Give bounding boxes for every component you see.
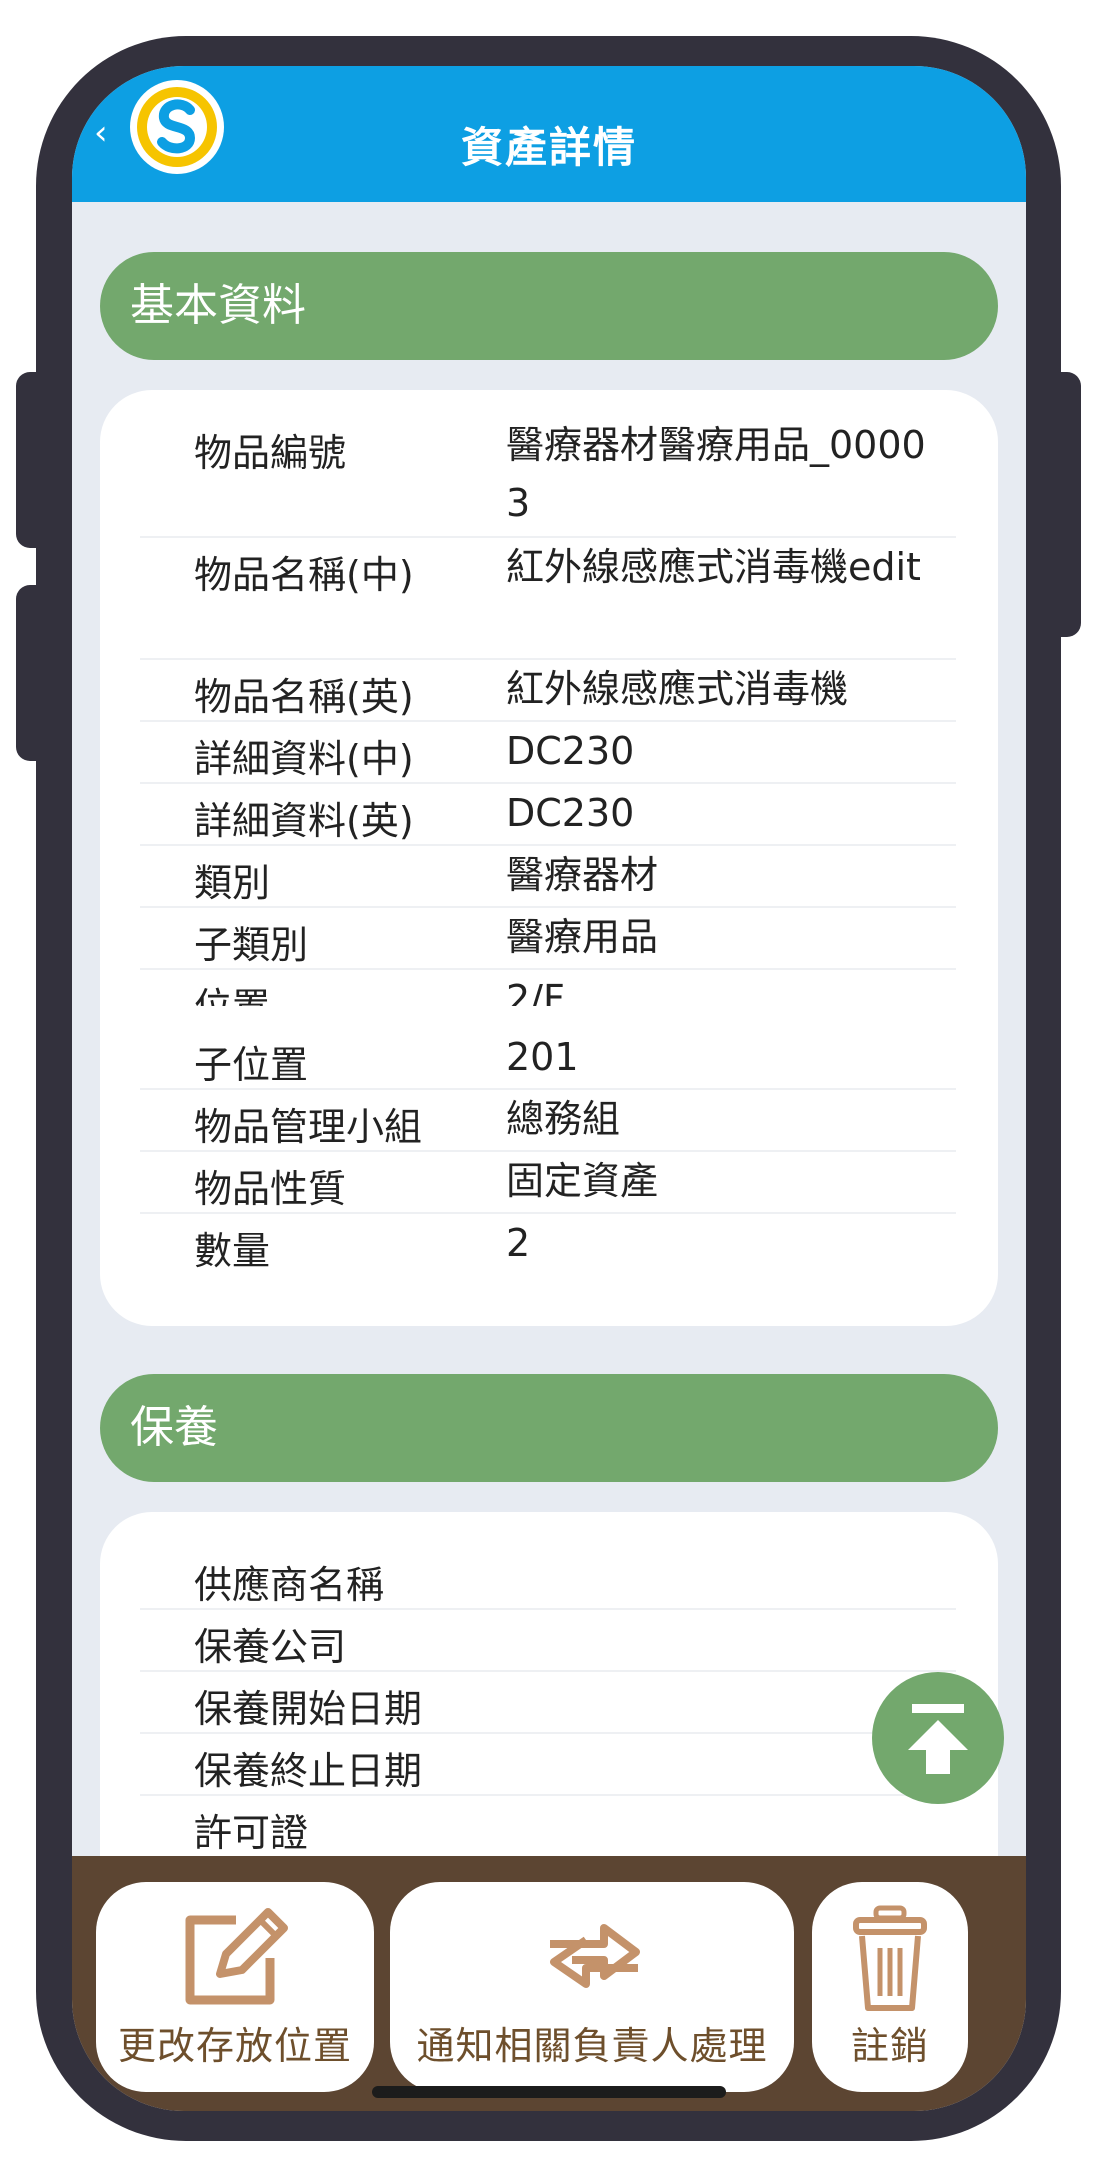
info-value: 201 <box>506 1035 579 1079</box>
info-row-quantity: 數量 2 <box>140 1214 956 1274</box>
info-value: 紅外線感應式消毒機edit <box>506 545 921 589</box>
info-row-detail-zh: 詳細資料(中) DC230 <box>140 722 956 784</box>
info-value: 醫療用品 <box>506 915 659 959</box>
info-label: 物品性質 <box>194 1167 347 1211</box>
info-label: 物品名稱(英) <box>194 675 414 719</box>
info-label: 保養開始日期 <box>194 1687 423 1731</box>
info-label: 數量 <box>194 1229 271 1273</box>
info-label: 許可證 <box>194 1811 309 1855</box>
info-label: 詳細資料(英) <box>194 799 414 843</box>
arrow-up-icon <box>908 1704 968 1774</box>
transfer-arrows-icon <box>550 1924 640 1988</box>
info-value: 紅外線感應式消毒機 <box>506 667 849 711</box>
cancel-asset-label: 註銷 <box>850 2024 929 2068</box>
info-label: 物品名稱(中) <box>194 553 414 597</box>
change-location-button[interactable]: 更改存放位置 <box>96 1882 374 2092</box>
info-label: 物品管理小組 <box>194 1105 423 1149</box>
info-row-category: 類別 醫療器材 <box>140 846 956 908</box>
section-header-basic: 基本資料 <box>100 252 998 360</box>
notify-label: 通知相關負責人處理 <box>416 2024 768 2068</box>
basic-info-card-cont: 子位置 201 物品管理小組 總務組 物品性質 固定資產 數量 2 <box>100 1006 998 1326</box>
info-value: DC230 <box>506 791 635 835</box>
info-value: 2 <box>506 1221 531 1265</box>
info-label: 供應商名稱 <box>194 1563 385 1607</box>
notify-button[interactable]: 通知相關負責人處理 <box>390 1882 794 2092</box>
info-label: 保養終止日期 <box>194 1749 423 1793</box>
info-row-supplier: 供應商名稱 <box>140 1548 956 1610</box>
page-title: 資產詳情 <box>460 123 637 172</box>
info-row-maintenance-end: 保養終止日期 <box>140 1734 956 1796</box>
app-screen: ‹ 資產詳情 基本資料 物品編號 醫療器材醫療用品_00003 物品名稱(中) … <box>72 66 1026 2111</box>
info-label: 物品編號 <box>194 431 347 475</box>
info-row-name-en: 物品名稱(英) 紅外線感應式消毒機 <box>140 660 956 722</box>
info-label: 詳細資料(中) <box>194 737 414 781</box>
info-row-nature: 物品性質 固定資產 <box>140 1152 956 1214</box>
basic-info-card: 物品編號 醫療器材醫療用品_00003 物品名稱(中) 紅外線感應式消毒機edi… <box>100 390 998 1060</box>
info-label: 類別 <box>194 861 271 905</box>
info-row-item-code: 物品編號 醫療器材醫療用品_00003 <box>140 416 956 538</box>
info-row-license: 許可證 <box>140 1796 956 1856</box>
section-header-maintenance: 保養 <box>100 1374 998 1482</box>
info-label: 子位置 <box>194 1043 309 1087</box>
trash-icon <box>853 1905 927 2011</box>
cancel-asset-button[interactable]: 註銷 <box>812 1882 968 2092</box>
change-location-label: 更改存放位置 <box>117 2024 352 2068</box>
info-value: 醫療器材醫療用品_00003 <box>506 423 926 525</box>
app-header: ‹ 資產詳情 <box>72 66 1026 202</box>
bottom-action-bar: 更改存放位置 通知相關負責人處理 註銷 <box>72 1856 1026 2111</box>
info-row-team: 物品管理小組 總務組 <box>140 1090 956 1152</box>
info-value: 總務組 <box>506 1097 621 1141</box>
home-indicator <box>372 2086 726 2098</box>
info-label: 子類別 <box>194 923 309 967</box>
info-value: 固定資產 <box>506 1159 659 1203</box>
info-row-name-zh: 物品名稱(中) 紅外線感應式消毒機edit <box>140 538 956 660</box>
info-row-detail-en: 詳細資料(英) DC230 <box>140 784 956 846</box>
info-row-subcategory: 子類別 醫療用品 <box>140 908 956 970</box>
info-value: DC230 <box>506 729 635 773</box>
info-row-maintenance-company: 保養公司 <box>140 1610 956 1672</box>
info-row-maintenance-start: 保養開始日期 <box>140 1672 956 1734</box>
info-value: 醫療器材 <box>506 853 659 897</box>
info-label: 保養公司 <box>194 1625 347 1669</box>
info-row-sublocation: 子位置 201 <box>140 1028 956 1090</box>
edit-icon <box>185 1908 288 2005</box>
scroll-to-top-button[interactable] <box>872 1672 1004 1804</box>
